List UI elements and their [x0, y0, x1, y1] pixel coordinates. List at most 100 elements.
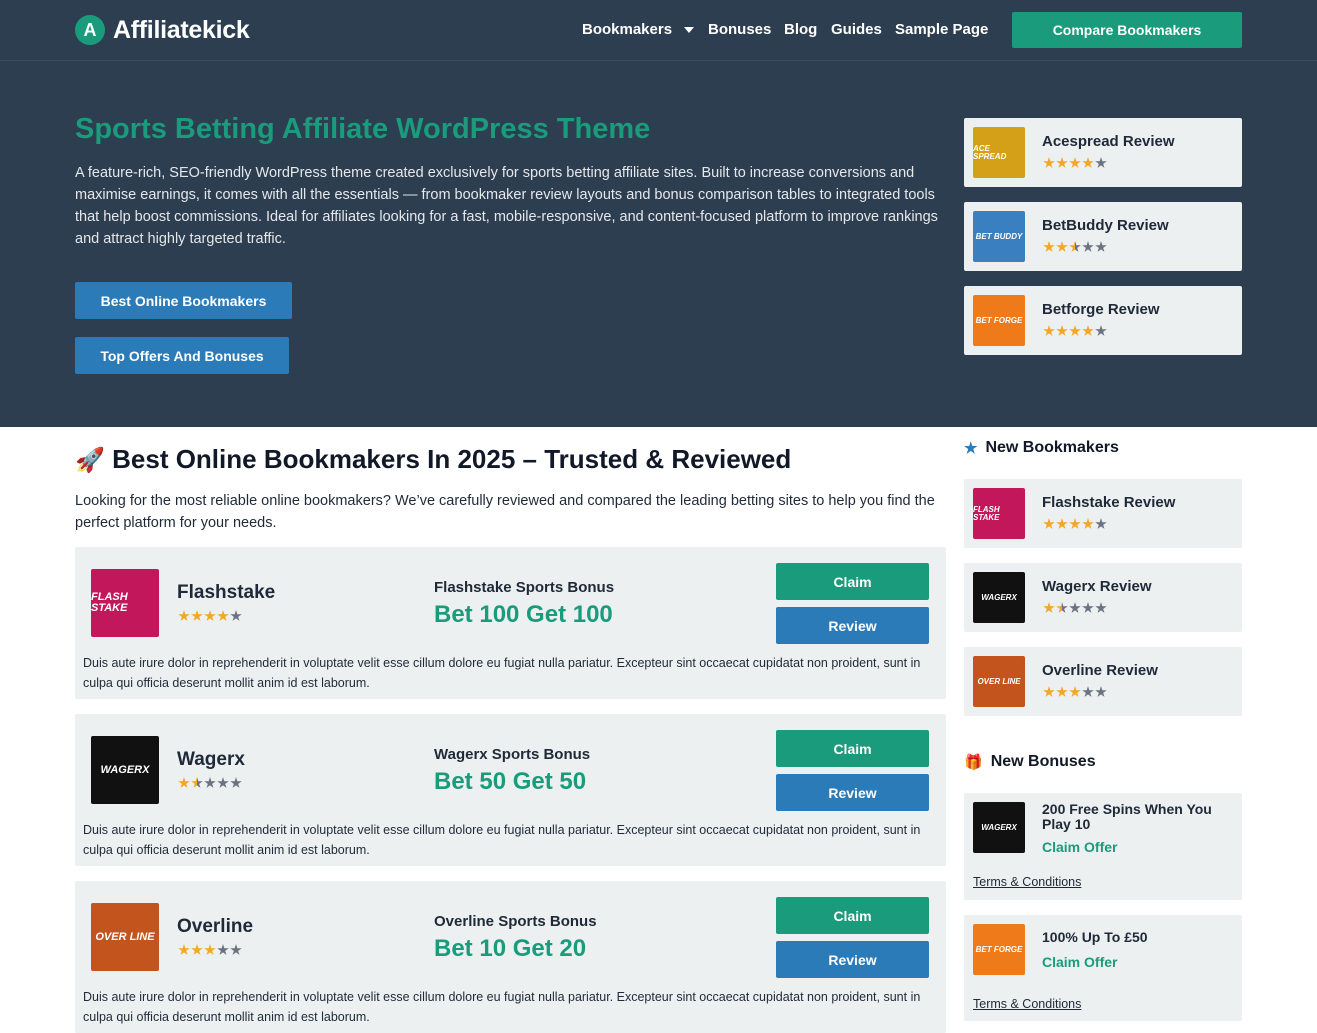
rating-star-icon [1082, 686, 1094, 697]
bookmaker-name: Overline [177, 916, 254, 937]
rating-star-icon [1082, 241, 1094, 252]
rating-star-icon [1069, 602, 1081, 613]
rating-star-icon [1082, 157, 1094, 168]
bookmakers-section-title: 🚀 Best Online Bookmakers In 2025 – Trust… [75, 444, 791, 475]
nav-item-bookmakers[interactable]: Bookmakers [582, 21, 695, 38]
rating-star-icon [1069, 686, 1081, 697]
bonus-amount: Bet 10 Get 20 [434, 935, 587, 962]
rating-star-icon [1069, 241, 1081, 252]
bookmaker-logo[interactable]: OVER LINE [91, 903, 159, 971]
nav-item-blog[interactable]: Blog [784, 21, 817, 38]
nav-label: Guides [831, 21, 882, 38]
best-online-bookmakers-button[interactable]: Best Online Bookmakers [75, 282, 292, 319]
review-title[interactable]: Wagerx Review [1042, 578, 1152, 595]
terms-link[interactable]: Terms & Conditions [973, 997, 1081, 1011]
logo-badge-icon: A [75, 15, 105, 45]
bookmaker-description: Duis aute irure dolor in reprehenderit i… [83, 990, 921, 1024]
bonus-label: Wagerx Sports Bonus [434, 746, 591, 763]
claim-button[interactable]: Claim [776, 730, 929, 767]
bookmaker-description: Duis aute irure dolor in reprehenderit i… [83, 823, 921, 857]
review-title[interactable]: Acespread Review [1042, 133, 1175, 150]
rating-star-icon [191, 777, 203, 788]
review-title[interactable]: Overline Review [1042, 662, 1158, 679]
rating-star-icon [230, 777, 242, 788]
compare-bookmakers-button[interactable]: Compare Bookmakers [1012, 12, 1242, 48]
rating-star-icon [1043, 602, 1055, 613]
claim-button[interactable]: Claim [776, 563, 929, 600]
top-offers-button[interactable]: Top Offers And Bonuses [75, 337, 289, 374]
rating-star-icon [217, 944, 229, 955]
rating-star-icon [1056, 518, 1068, 529]
new-bonuses-heading: 🎁 New Bonuses [964, 753, 1096, 771]
nav-label: Bookmakers [582, 21, 673, 38]
review-card[interactable]: BET BUDDY BetBuddy Review [964, 202, 1242, 271]
bonus-amount: Bet 100 Get 100 [434, 601, 613, 628]
nav-item-guides[interactable]: Guides [831, 21, 882, 38]
heading-text: New Bookmakers [985, 439, 1119, 456]
rating-star-icon [230, 944, 242, 955]
rating-star-icon [1043, 518, 1055, 529]
star-rating [1043, 602, 1107, 614]
rating-star-icon [1095, 325, 1107, 336]
new-bookmaker-card[interactable]: FLASH STAKE Flashstake Review [964, 479, 1242, 548]
rating-star-icon [230, 610, 242, 621]
nav-item-sample-page[interactable]: Sample Page [895, 21, 988, 38]
review-title[interactable]: Flashstake Review [1042, 494, 1175, 511]
bookmakers-section-description: Looking for the most reliable online boo… [75, 493, 935, 531]
rating-star-icon [1095, 518, 1107, 529]
rating-star-icon [1095, 686, 1107, 697]
rating-star-icon [1082, 518, 1094, 529]
bonus-title: 100% Up To £50 [1042, 929, 1148, 945]
review-title[interactable]: Betforge Review [1042, 301, 1160, 318]
rating-star-icon [1069, 157, 1081, 168]
section-title-text: Best Online Bookmakers In 2025 – Trusted… [112, 444, 792, 474]
rating-star-icon [217, 777, 229, 788]
bookmaker-logo: BET FORGE [973, 295, 1025, 346]
rating-star-icon [1082, 602, 1094, 613]
bookmaker-logo[interactable]: FLASH STAKE [91, 569, 159, 637]
rating-star-icon [1095, 157, 1107, 168]
bonus-label: Flashstake Sports Bonus [434, 579, 615, 596]
bookmaker-description: Duis aute irure dolor in reprehenderit i… [83, 656, 921, 690]
site-header: A Affiliatekick Bookmakers Bonuses Blog … [0, 0, 1317, 61]
rating-star-icon [1069, 325, 1081, 336]
hero-description: A feature-rich, SEO-friendly WordPress t… [75, 165, 938, 247]
rating-star-icon [1095, 241, 1107, 252]
gift-icon: 🎁 [964, 754, 983, 771]
rating-star-icon [1056, 157, 1068, 168]
star-icon: ★ [964, 440, 978, 457]
chevron-down-icon [684, 26, 695, 33]
star-rating [1043, 686, 1107, 698]
rating-star-icon [1082, 325, 1094, 336]
site-logo[interactable]: A Affiliatekick [75, 15, 250, 45]
claim-offer-link[interactable]: Claim Offer [1042, 954, 1117, 970]
star-rating [1043, 241, 1107, 253]
review-button[interactable]: Review [776, 774, 929, 811]
review-button[interactable]: Review [776, 607, 929, 644]
new-bonus-card: WAGERX 200 Free Spins When You Play 10 Cla… [964, 793, 1242, 900]
rating-star-icon [178, 777, 190, 788]
nav-item-bonuses[interactable]: Bonuses [708, 21, 771, 38]
new-bonus-card: BET FORGE 100% Up To £50 Claim Offer Terms … [964, 915, 1242, 1021]
review-title[interactable]: BetBuddy Review [1042, 217, 1169, 234]
bookmaker-card: OVER LINE Overline Overline Sports Bonus Be… [75, 881, 946, 1033]
bookmaker-logo[interactable]: WAGERX [91, 736, 159, 804]
new-bookmaker-card[interactable]: WAGERX Wagerx Review [964, 563, 1242, 632]
new-bookmakers-heading: ★ New Bookmakers [964, 439, 1119, 457]
bookmaker-name: Wagerx [177, 749, 245, 770]
review-button[interactable]: Review [776, 941, 929, 978]
rating-star-icon [1056, 602, 1068, 613]
nav-label: Sample Page [895, 21, 989, 38]
review-card[interactable]: BET FORGE Betforge Review [964, 286, 1242, 355]
terms-link[interactable]: Terms & Conditions [973, 875, 1081, 889]
claim-button[interactable]: Claim [776, 897, 929, 934]
new-bookmaker-card[interactable]: OVER LINE Overline Review [964, 647, 1242, 716]
bookmaker-card: FLASH STAKE Flashstake Flashstake Sports B… [75, 547, 946, 699]
rating-star-icon [1095, 602, 1107, 613]
rating-star-icon [204, 610, 216, 621]
star-rating [1043, 325, 1107, 337]
claim-offer-link[interactable]: Claim Offer [1042, 839, 1117, 855]
bonus-amount: Bet 50 Get 50 [434, 768, 587, 795]
review-card[interactable]: ACE SPREAD Acespread Review [964, 118, 1242, 187]
star-rating [1043, 518, 1107, 530]
